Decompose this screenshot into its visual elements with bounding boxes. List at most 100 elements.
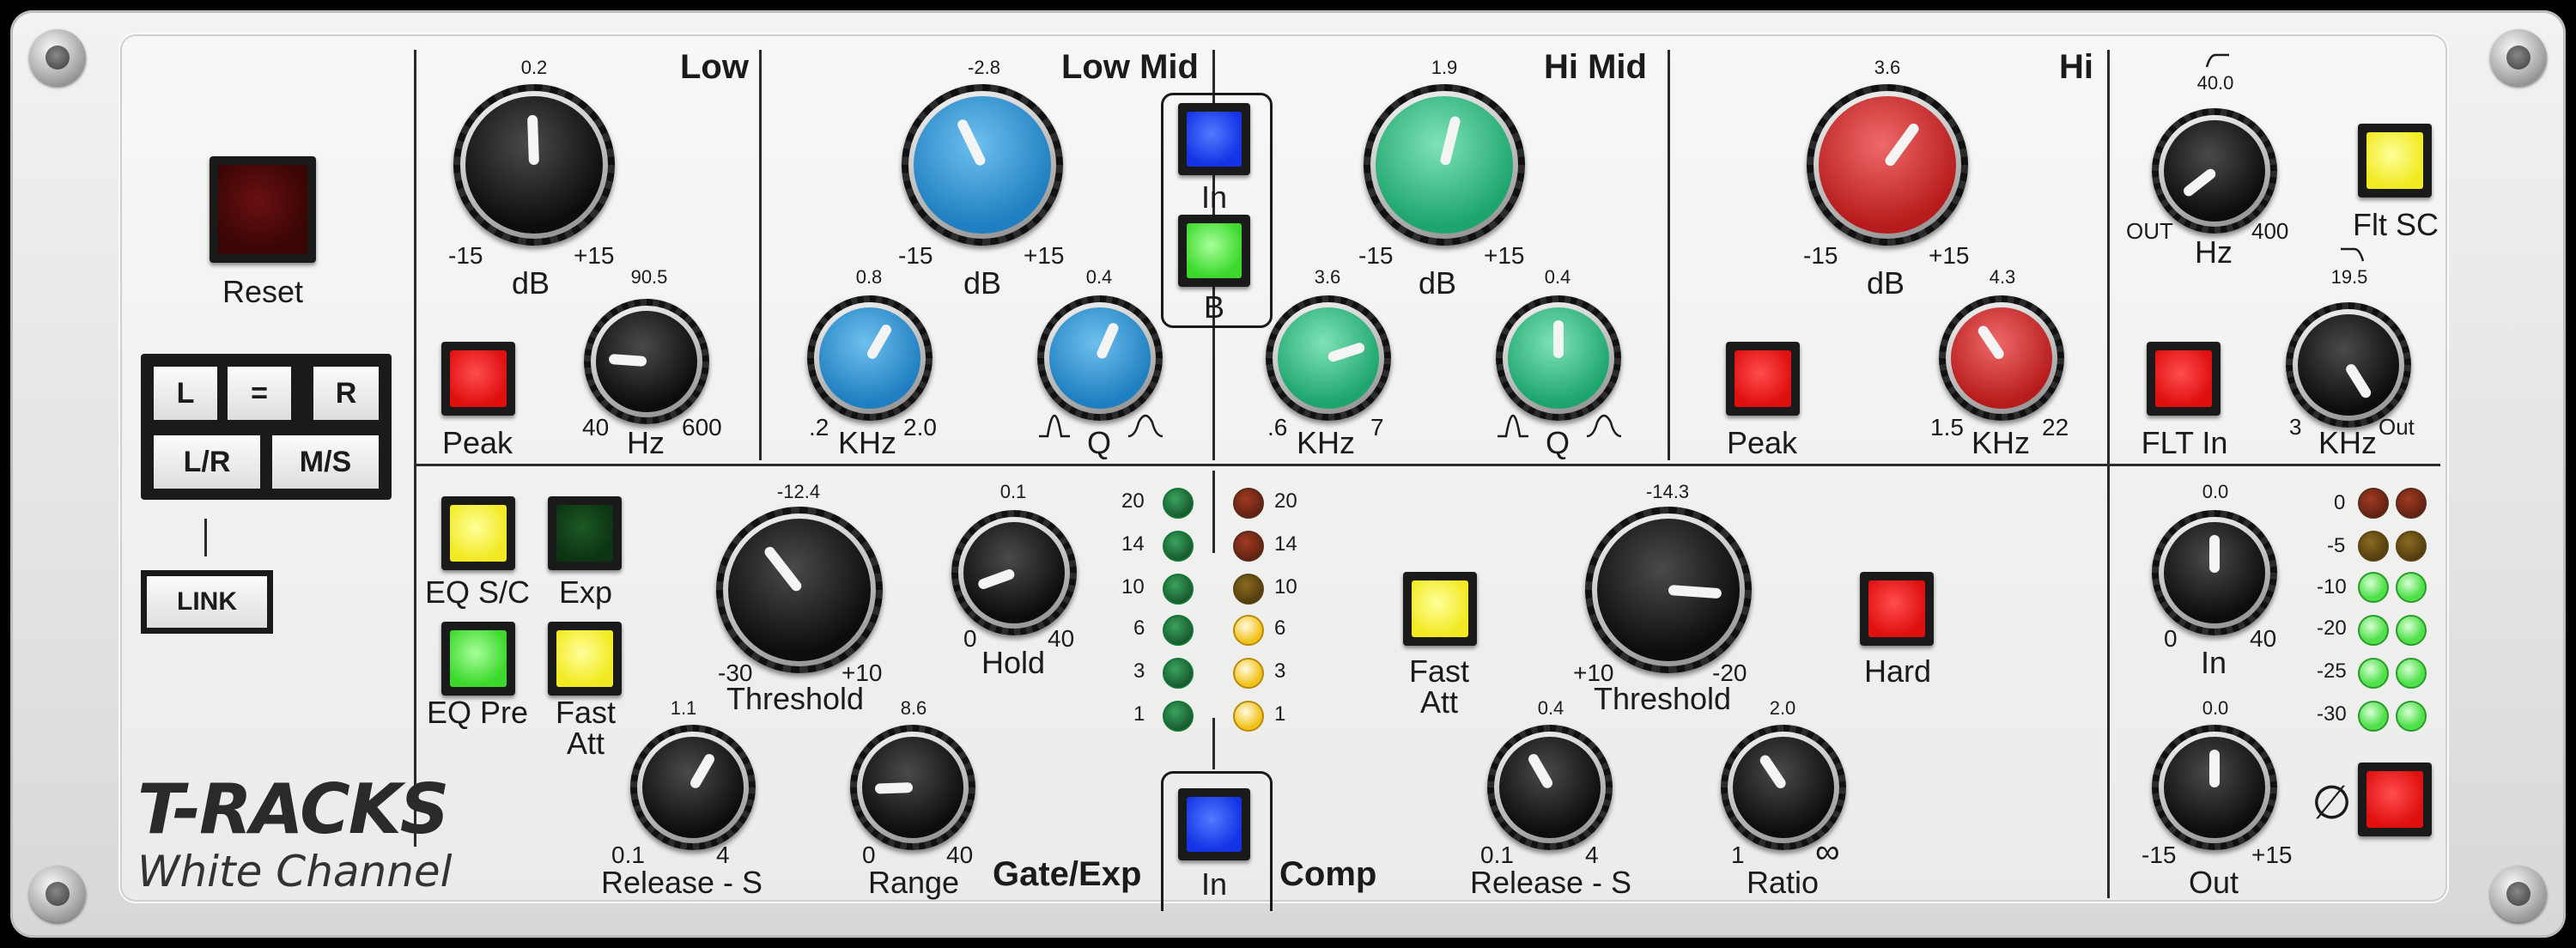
hi-freq-knob[interactable] [1939,295,2064,421]
comp-ratio-value: 2.0 [1769,697,1796,719]
comp-ratio-knob[interactable] [1721,725,1846,850]
low-mid-q-knob[interactable] [1037,295,1163,421]
divider [416,464,2440,466]
output-meter-label: -20 [2317,617,2347,640]
hi-mid-freq-knob[interactable] [1266,295,1391,421]
link-equal-button[interactable]: = [225,364,294,422]
divider [1212,718,1215,769]
link-button[interactable]: LINK [144,574,270,630]
output-gain-knob[interactable] [2152,725,2277,850]
phase-invert-button[interactable] [2358,763,2432,836]
right-channel-button[interactable]: R [311,364,381,422]
screw-icon [29,866,86,922]
hi-gain-knob[interactable] [1807,84,1968,246]
gate-range-max: 40 [946,842,974,868]
gate-range-label: Range [867,865,960,900]
low-mid-q-unit: Q [1086,425,1112,460]
link-connector [204,519,207,556]
low-pass-freq-knob[interactable] [2286,302,2411,428]
comp-meter-led [1233,658,1264,689]
comp-release-max: 4 [1585,842,1599,868]
low-peak-button[interactable] [441,342,515,416]
lr-mode-button[interactable]: L/R [151,433,263,491]
reset-button[interactable] [210,156,316,263]
low-freq-unit: Hz [627,425,665,460]
mid-b-button[interactable] [1178,215,1250,287]
comp-meter-led [1233,574,1264,605]
comp-meter-led [1233,701,1264,732]
gate-hold-label: Hold [981,645,1046,680]
brand-logo: T-RACKS [137,769,449,849]
low-gain-value: 0.2 [520,57,548,78]
high-pass-icon [2205,53,2229,68]
comp-meter-label: 3 [1274,659,1286,683]
gate-meter-label: 3 [1133,659,1145,683]
gate-range-knob[interactable] [850,725,975,850]
divider [2107,50,2110,898]
low-gain-min: -15 [448,242,483,269]
hi-mid-gain-knob[interactable] [1364,84,1525,246]
filter-in-button[interactable] [2147,342,2221,416]
low-freq-knob[interactable] [584,299,709,424]
comp-release-label: Release - S [1469,865,1632,900]
gate-hold-knob[interactable] [951,510,1077,635]
low-mid-gain-knob[interactable] [902,84,1063,246]
filter-sidechain-button[interactable] [2358,124,2432,198]
output-meter-led [2358,572,2389,603]
high-pass-freq-knob[interactable] [2152,108,2277,234]
gate-meter-led [1163,574,1194,605]
gate-range-value: 8.6 [900,697,927,719]
comp-att-label: Att [1419,684,1459,720]
mid-in-button[interactable] [1178,103,1250,175]
comp-meter-label: 1 [1274,702,1286,726]
gate-fast-label: Fast [555,695,617,730]
input-gain-min: 0 [2164,625,2178,652]
output-meter-label: 0 [2334,491,2346,514]
low-freq-max: 600 [682,414,722,441]
comp-fast-attack-button[interactable] [1403,572,1477,646]
hi-mid-q-knob[interactable] [1496,295,1621,421]
low-mid-gain-max: +15 [1024,242,1065,269]
dynamics-in-button[interactable] [1178,788,1250,860]
hi-freq-max: 22 [2042,414,2069,441]
eq-pre-button[interactable] [441,622,515,696]
gate-threshold-knob[interactable] [716,507,883,673]
left-channel-button[interactable]: L [151,364,220,422]
low-mid-freq-value: 0.8 [855,266,883,288]
comp-ratio-min: 1 [1731,842,1745,868]
low-freq-value: 90.5 [630,266,668,288]
low-mid-freq-knob[interactable] [807,295,933,421]
comp-meter-label: 10 [1274,575,1297,599]
eq-sidechain-button[interactable] [441,496,515,570]
gate-hold-value: 0.1 [999,481,1027,502]
ms-mode-button[interactable]: M/S [270,433,381,491]
gate-release-knob[interactable] [630,725,756,850]
section-title-comp: Comp [1279,855,1377,893]
high-pass-freq-value: 40.0 [2196,72,2234,94]
gate-release-max: 4 [716,842,730,868]
hard-knee-button[interactable] [1860,572,1934,646]
comp-meter-label: 20 [1274,489,1297,513]
output-meter-led [2358,615,2389,646]
hi-mid-gain-min: -15 [1358,242,1394,269]
output-meter-label: -30 [2317,702,2347,726]
comp-release-knob[interactable] [1487,725,1613,850]
expander-button[interactable] [548,496,622,570]
hi-peak-button[interactable] [1726,342,1800,416]
hi-gain-max: +15 [1929,242,1970,269]
gate-fast-attack-button[interactable] [548,622,622,696]
gate-meter-label: 10 [1121,575,1145,599]
comp-meter-label: 14 [1274,532,1297,556]
narrow-q-icon [1039,414,1070,438]
comp-threshold-knob[interactable] [1585,507,1752,673]
wide-q-icon [1127,414,1163,438]
output-gain-min: -15 [2142,842,2177,868]
low-gain-knob[interactable] [453,84,615,246]
gate-range-min: 0 [862,842,876,868]
gate-threshold-value: -12.4 [776,481,821,502]
comp-ratio-label: Ratio [1746,865,1820,900]
divider [759,50,762,460]
input-gain-knob[interactable] [2152,510,2277,635]
wide-q-icon [1586,414,1622,438]
low-mid-gain-min: -15 [898,242,933,269]
